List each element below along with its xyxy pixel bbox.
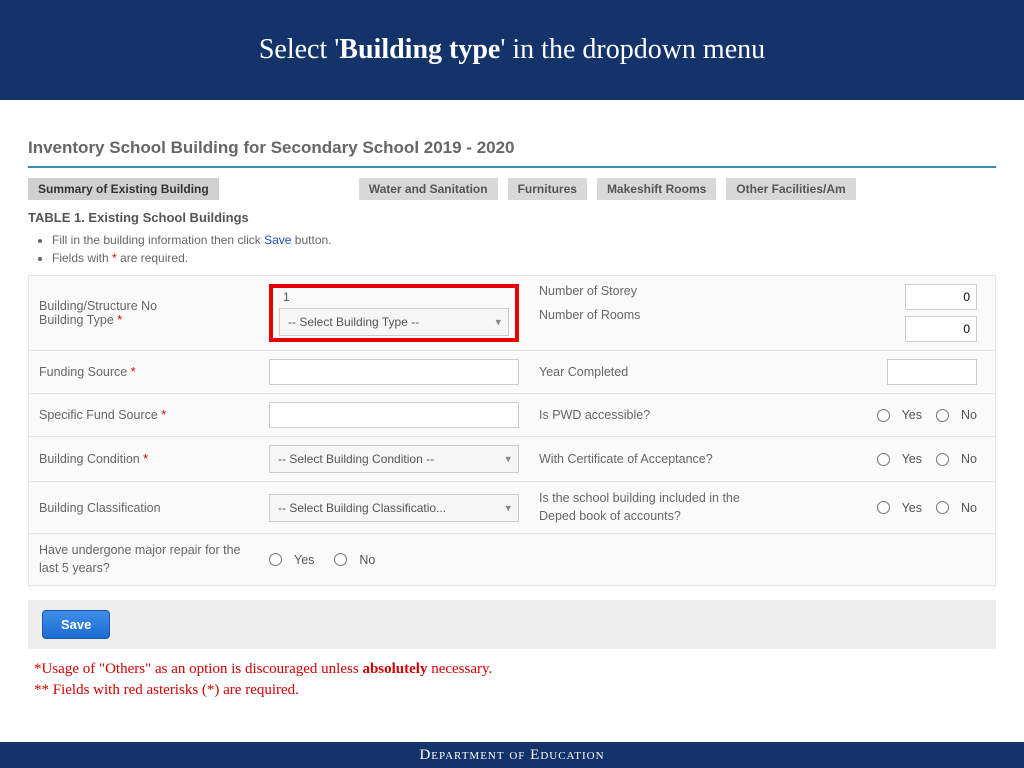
row-classification: Building Classification -- Select Buildi… [29,482,995,534]
tab-spacer [229,178,349,200]
pwd-no-radio[interactable] [936,409,949,422]
tab-summary[interactable]: Summary of Existing Building [28,178,219,200]
page-title: Inventory School Building for Secondary … [28,138,996,158]
form-grid: Building/Structure No Building Type * 1 … [28,275,996,586]
repair-yes-radio[interactable] [269,553,282,566]
book-no[interactable]: No [936,501,977,515]
label-building-no-type: Building/Structure No Building Type * [29,276,259,350]
rooms-input[interactable] [905,316,977,342]
condition-select[interactable]: -- Select Building Condition -- [269,445,519,473]
label-condition: Building Condition * [29,437,259,481]
save-bar: Save [28,600,996,649]
pwd-yes[interactable]: Yes [877,408,922,422]
footnotes: *Usage of "Others" as an option is disco… [34,659,996,701]
footer-text: Department of Education [419,747,604,764]
tab-bar: Summary of Existing Building Water and S… [28,178,996,200]
banner-pre: Select ' [259,34,339,65]
label-year: Year Completed [529,351,779,393]
empty-lbl [529,534,779,585]
row-repair: Have undergone major repair for the last… [29,534,995,585]
ctl-classification: -- Select Building Classificatio... [259,482,529,533]
ctl-condition: -- Select Building Condition -- [259,437,529,481]
label-classification: Building Classification [29,482,259,533]
footnote-1: *Usage of "Others" as an option is disco… [34,659,996,680]
repair-no-radio[interactable] [334,553,347,566]
year-input[interactable] [887,359,977,385]
repair-yes[interactable]: Yes [269,553,314,567]
table-title: TABLE 1. Existing School Buildings [28,210,996,225]
note-1: Fill in the building information then cl… [52,233,996,247]
footnote-2: ** Fields with red asterisks (*) are req… [34,680,996,701]
classification-select-wrap: -- Select Building Classificatio... [269,494,519,522]
save-button[interactable]: Save [42,610,110,639]
coa-yes-radio[interactable] [877,453,890,466]
label-funding: Funding Source * [29,351,259,393]
specific-input[interactable] [269,402,519,428]
ctl-specific [259,394,529,436]
highlight-building-type: 1 -- Select Building Type -- [269,284,519,342]
row-building-no-type: Building/Structure No Building Type * 1 … [29,276,995,351]
book-yes-radio[interactable] [877,501,890,514]
instruction-list: Fill in the building information then cl… [52,233,996,265]
condition-select-wrap: -- Select Building Condition -- [269,445,519,473]
coa-yes[interactable]: Yes [877,452,922,466]
note2-pre: Fields with [52,251,112,265]
funding-input[interactable] [269,359,519,385]
label-building-no: Building/Structure No [39,299,157,313]
pwd-yes-radio[interactable] [877,409,890,422]
label-coa: With Certificate of Acceptance? [529,437,779,481]
label-book: Is the school building included in the D… [529,482,779,533]
note-2: Fields with * are required. [52,251,996,265]
instruction-banner: Select 'Building type' in the dropdown m… [0,0,1024,100]
tab-water[interactable]: Water and Sanitation [359,178,498,200]
row-funding: Funding Source * Year Completed [29,351,995,394]
note1-pre: Fill in the building information then cl… [52,233,264,247]
label-storey: Number of Storey [539,284,637,298]
ctl-pwd: Yes No [779,394,995,436]
building-no-value: 1 [279,290,509,304]
content-area: Inventory School Building for Secondary … [0,100,1024,701]
label-repair: Have undergone major repair for the last… [29,534,259,585]
title-rule [28,166,996,168]
coa-no[interactable]: No [936,452,977,466]
storey-input[interactable] [905,284,977,310]
label-specific: Specific Fund Source * [29,394,259,436]
ctl-book: Yes No [779,482,995,533]
note1-link: Save [264,233,291,247]
ctl-coa: Yes No [779,437,995,481]
label-rooms: Number of Rooms [539,308,640,322]
building-type-select-wrap: -- Select Building Type -- [279,308,509,336]
instruction-text: Select 'Building type' in the dropdown m… [259,34,765,66]
tab-furnitures[interactable]: Furnitures [508,178,587,200]
footer-bar: Department of Education [0,742,1024,768]
building-type-select[interactable]: -- Select Building Type -- [279,308,509,336]
ctl-building-type: 1 -- Select Building Type -- [259,276,529,350]
label-storey-rooms: Number of Storey Number of Rooms [529,276,779,350]
pwd-no[interactable]: No [936,408,977,422]
ctl-repair: Yes No [259,534,529,585]
repair-no[interactable]: No [334,553,375,567]
classification-select[interactable]: -- Select Building Classificatio... [269,494,519,522]
label-building-type: Building Type * [39,313,122,327]
ctl-year [779,351,995,393]
book-no-radio[interactable] [936,501,949,514]
ctl-storey-rooms [779,276,995,350]
tab-makeshift[interactable]: Makeshift Rooms [597,178,716,200]
note1-post: button. [291,233,331,247]
note2-post: are required. [117,251,188,265]
tab-other[interactable]: Other Facilities/Am [726,178,855,200]
label-pwd: Is PWD accessible? [529,394,779,436]
banner-post: ' in the dropdown menu [500,34,765,65]
book-yes[interactable]: Yes [877,501,922,515]
ctl-funding [259,351,529,393]
row-specific: Specific Fund Source * Is PWD accessible… [29,394,995,437]
banner-emph: Building type [339,34,500,65]
empty-ctl [779,534,995,585]
row-condition: Building Condition * -- Select Building … [29,437,995,482]
coa-no-radio[interactable] [936,453,949,466]
